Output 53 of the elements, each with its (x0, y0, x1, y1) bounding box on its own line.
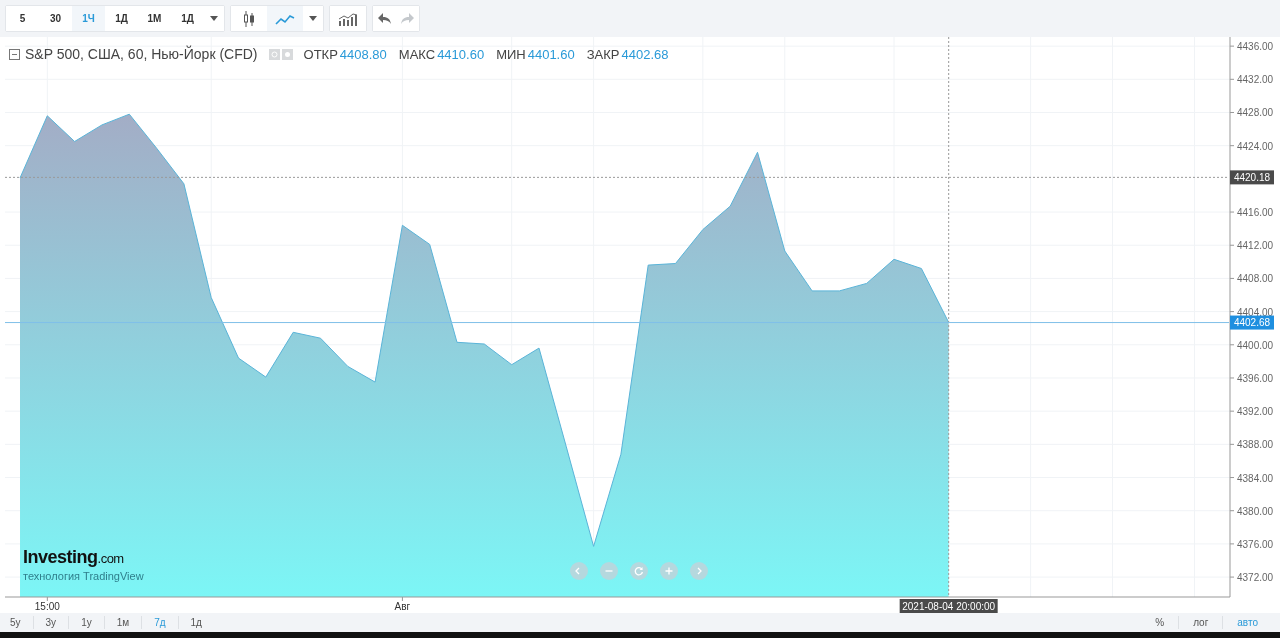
axis-label: 4404.00 (1237, 306, 1274, 318)
line-chart-icon (275, 12, 295, 25)
value-label: ОТКР (303, 46, 338, 62)
caret-icon (210, 16, 218, 21)
reset-icon[interactable] (627, 559, 651, 583)
price-label: 4420.18 (1230, 170, 1274, 185)
scroll-right-icon[interactable] (687, 559, 711, 583)
axis-label: 4380.00 (1237, 505, 1274, 517)
price-label: 4402.68 (1230, 315, 1274, 330)
collapse-icon[interactable] (9, 48, 20, 60)
scroll-left-icon[interactable] (567, 559, 591, 583)
indicators-button[interactable] (330, 6, 366, 31)
range-button[interactable]: 1м (103, 616, 142, 629)
logo-text: Investing.com (23, 547, 125, 568)
value-label: ЗАКР (586, 46, 620, 62)
axis-label: 4400.00 (1237, 339, 1274, 351)
time-label: 2021-08-04 20:00:00 (899, 599, 998, 613)
axis-label: Авг (394, 601, 411, 612)
axis-label: 4372.00 (1237, 572, 1274, 584)
value-label: МАКС (398, 46, 436, 62)
axis-label: 4424.00 (1237, 140, 1274, 152)
range-button[interactable]: 3у (32, 616, 69, 629)
range-button[interactable]: 5у (6, 616, 33, 629)
zoom-in-icon[interactable] (657, 559, 681, 583)
axis-label: 4392.00 (1237, 406, 1274, 418)
range-button[interactable]: 1д (177, 616, 214, 629)
axis-label: 4416.00 (1237, 207, 1274, 219)
chart-title: S&P 500, США, 60, Нью-Йорк (CFD) (25, 46, 258, 62)
value-label: МИН (496, 46, 526, 62)
candlestick-icon (243, 9, 255, 28)
axis-label: 4408.00 (1237, 273, 1274, 285)
caret-icon (309, 16, 317, 21)
value-text: 4401.60 (527, 46, 575, 62)
range-button[interactable]: 1у (68, 616, 104, 629)
axis-label: 4428.00 (1237, 107, 1274, 119)
axis-label: 4412.00 (1237, 240, 1274, 252)
logo-caption: технология TradingView (23, 570, 144, 582)
axis-label: 4376.00 (1237, 538, 1274, 550)
axis-label: 15:00 (34, 601, 60, 612)
axis-label: 4384.00 (1237, 472, 1274, 484)
value-text: 4408.80 (339, 46, 387, 62)
axis-label: 4396.00 (1237, 373, 1274, 384)
axis-label: 4388.00 (1237, 439, 1274, 451)
scale-mode-button[interactable]: лог (1178, 616, 1223, 629)
redo-icon (400, 12, 415, 25)
value-text: 4402.68 (621, 46, 669, 62)
undo-icon (377, 12, 392, 25)
zoom-out-icon[interactable] (597, 559, 621, 583)
axis-label: 4436.00 (1237, 41, 1274, 53)
value-text: 4410.60 (437, 46, 485, 62)
scale-mode-button[interactable]: % (1141, 616, 1179, 629)
bar-chart-icon (338, 11, 358, 26)
axis-label: 4432.00 (1237, 74, 1274, 86)
